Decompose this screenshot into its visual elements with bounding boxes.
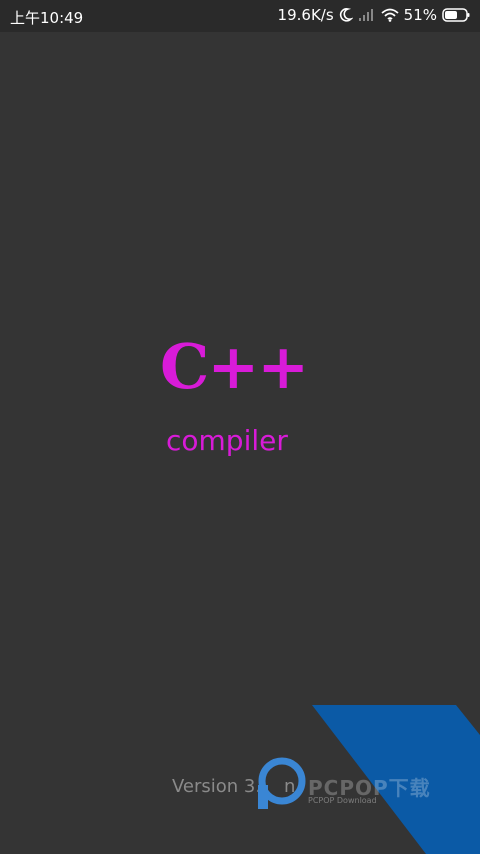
app-logo: C++ compiler <box>160 336 330 476</box>
pcpop-logo-icon <box>258 757 306 809</box>
battery-icon <box>442 8 470 22</box>
splash-screen: 上午10:49 19.6K/s 51% C++ compiler Version… <box>0 0 480 854</box>
status-bar: 上午10:49 19.6K/s 51% <box>0 0 480 32</box>
network-speed: 19.6K/s <box>277 6 334 24</box>
logo-title: C++ <box>160 330 309 403</box>
version-text: Version 3. <box>172 776 262 797</box>
moon-icon <box>339 8 353 22</box>
status-time: 上午10:49 <box>10 9 84 27</box>
battery-percent: 51% <box>403 6 437 24</box>
logo-subtitle: compiler <box>166 424 288 457</box>
signal-icon <box>358 9 373 21</box>
status-indicators: 19.6K/s 51% <box>278 6 470 24</box>
watermark-sub: PCPOP Download <box>308 796 377 805</box>
wifi-icon <box>381 8 399 22</box>
